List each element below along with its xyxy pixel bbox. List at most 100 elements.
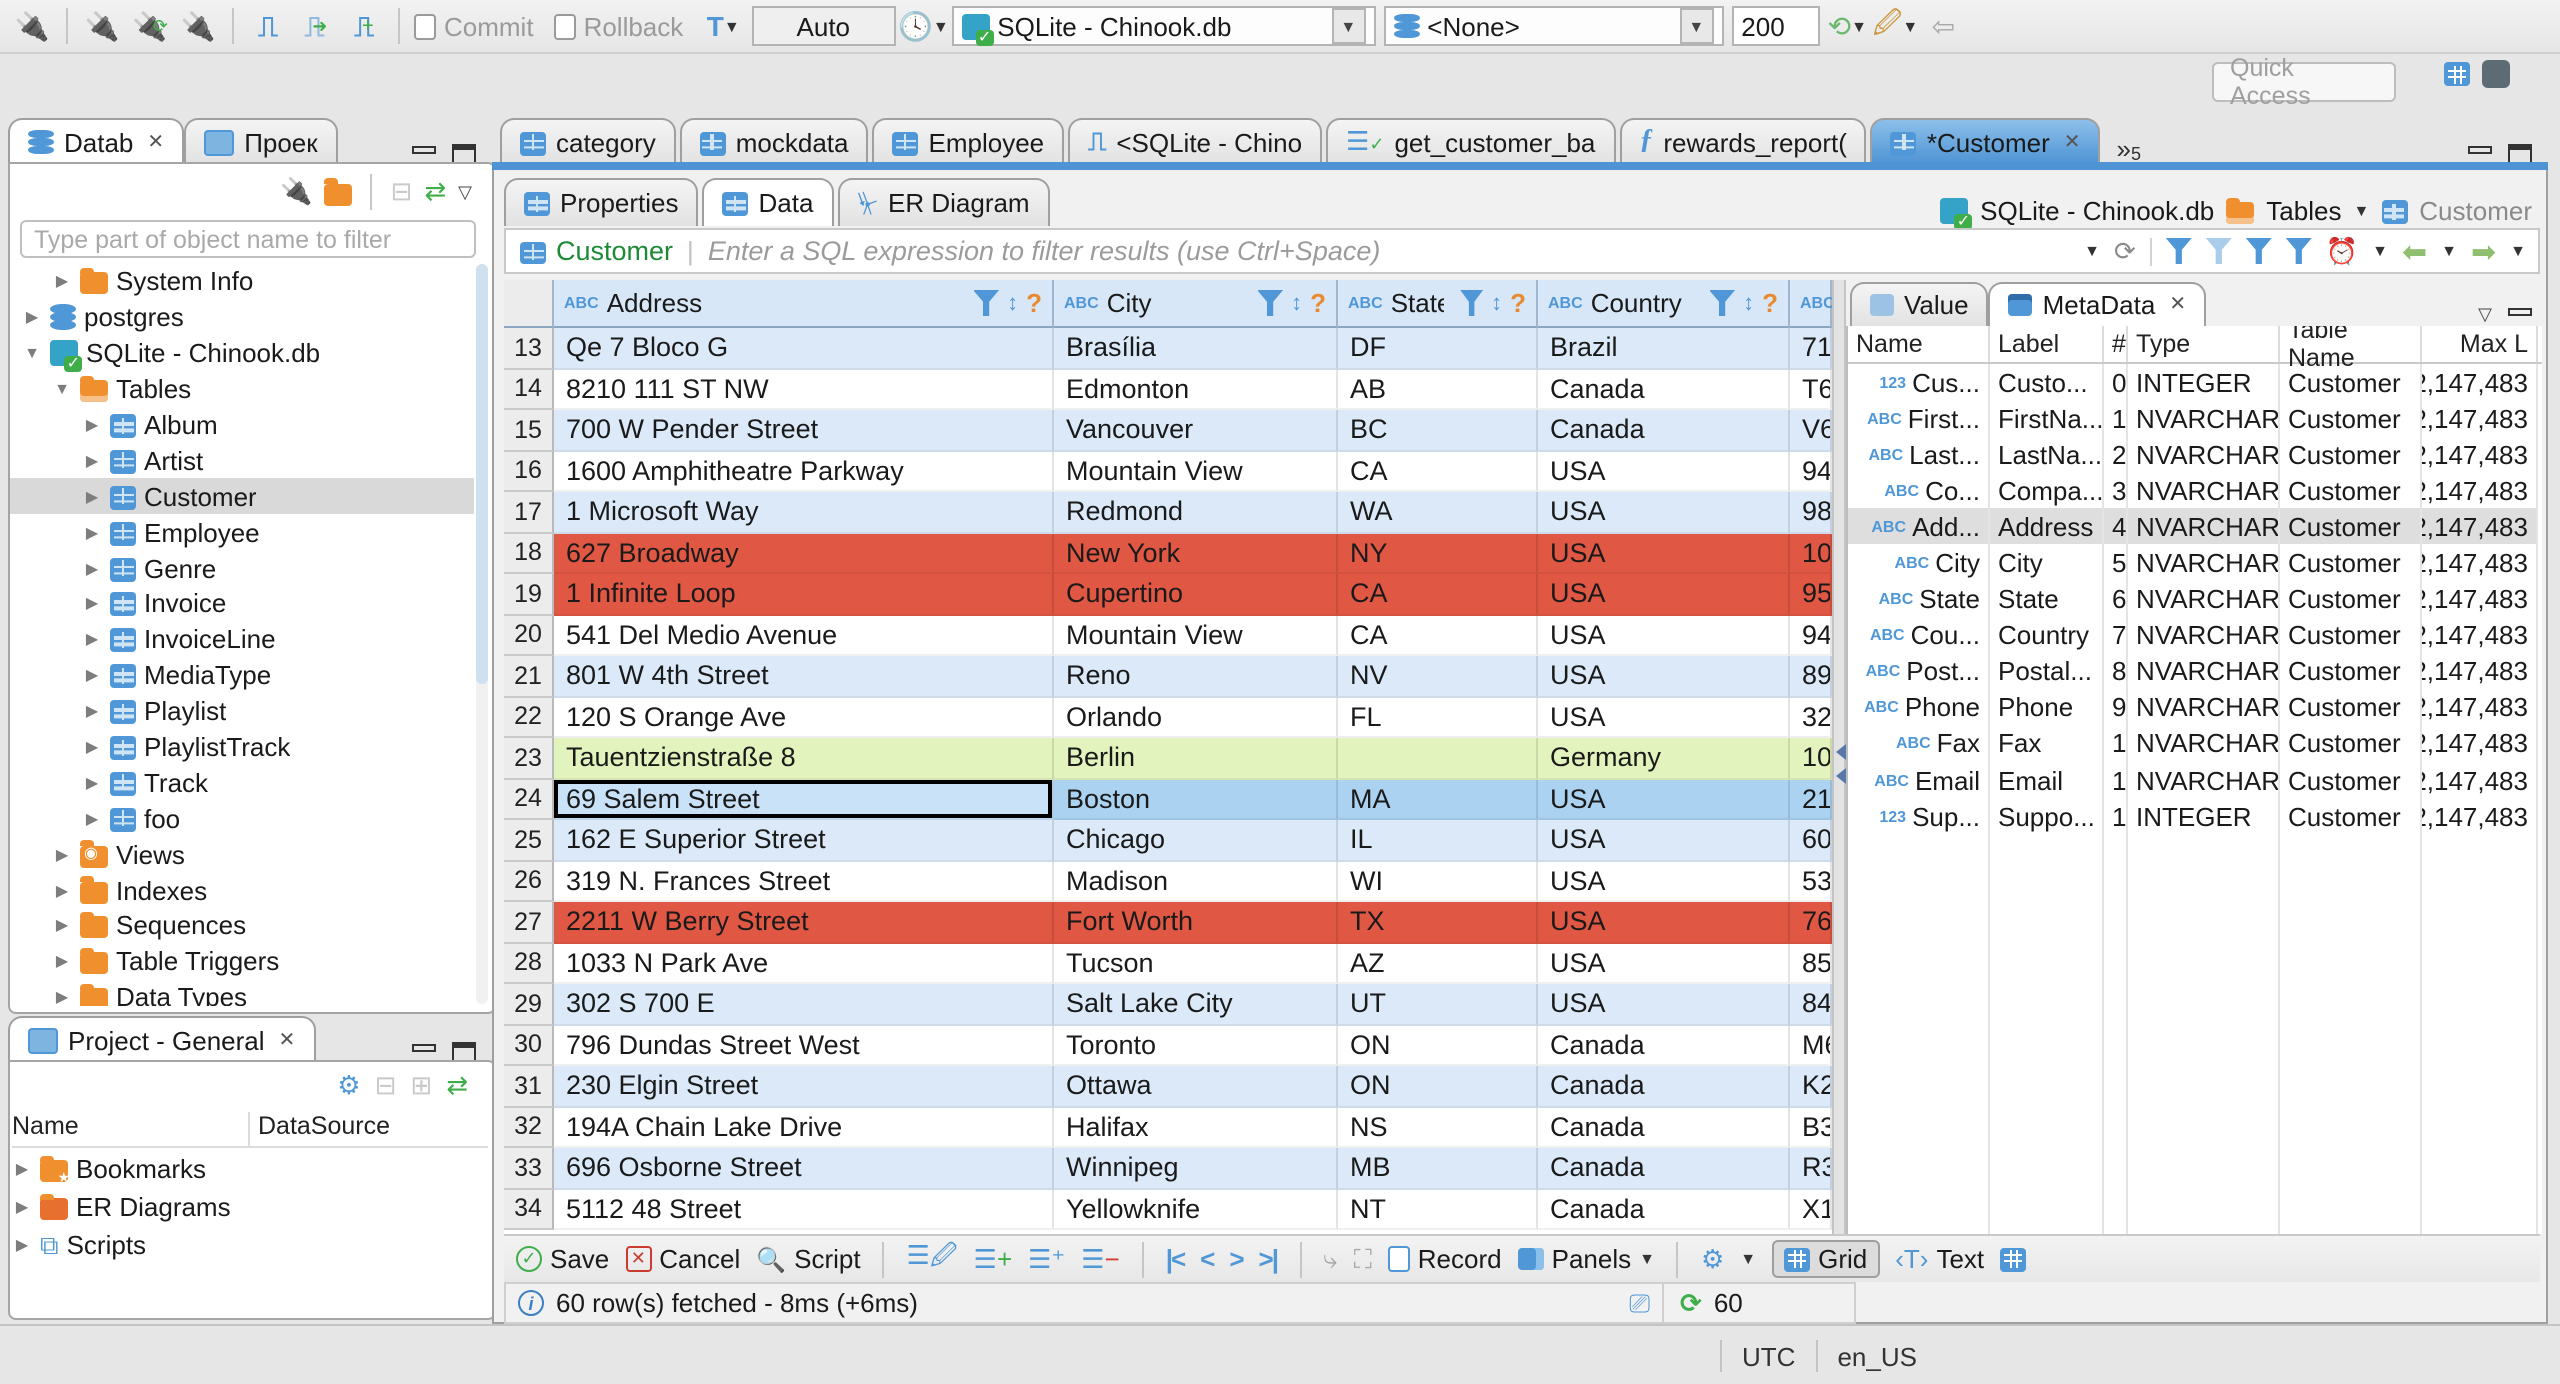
maximize-icon[interactable]	[2508, 144, 2532, 164]
fetch-size-input[interactable]: 200	[1731, 6, 1820, 46]
grid-cell-state[interactable]: BC	[1338, 410, 1538, 451]
meta-cell[interactable]: Postal...	[1990, 653, 2104, 690]
grid-cell-country[interactable]: USA	[1538, 861, 1790, 902]
expand-arrow-icon[interactable]: ▶	[82, 774, 102, 792]
row-number[interactable]: 22	[504, 697, 554, 738]
meta-column--[interactable]: #	[2104, 326, 2128, 362]
grid-cell-postal[interactable]: 95	[1790, 574, 1832, 615]
tree-item-postgres[interactable]: ▶ postgres	[10, 300, 474, 336]
grid-cell-address[interactable]: 1 Infinite Loop	[554, 574, 1054, 615]
meta-column-name[interactable]: Name	[1848, 326, 1990, 362]
tree-item-views[interactable]: ▶ ◉ Views	[10, 837, 474, 873]
meta-cell[interactable]: LastNa...	[1990, 436, 2104, 473]
meta-cell[interactable]: Customer	[2280, 689, 2422, 726]
prev-row-icon[interactable]: <	[1200, 1244, 1215, 1274]
row-number[interactable]: 17	[504, 492, 554, 533]
grid-cell-address[interactable]: 69 Salem Street	[554, 779, 1054, 820]
meta-cell[interactable]: NVARCHAR	[2128, 725, 2280, 763]
row-number[interactable]: 26	[504, 861, 554, 902]
sql-editor-icon[interactable]: ⎍	[248, 6, 288, 46]
grid-cell-city[interactable]: Yellowknife	[1054, 1189, 1338, 1230]
meta-cell-name[interactable]: ABC Fax	[1848, 725, 1990, 763]
grid-cell-city[interactable]: Mountain View	[1054, 451, 1338, 492]
new-folder-icon[interactable]	[324, 178, 353, 205]
quick-access-input[interactable]: Quick Access	[2212, 54, 2396, 110]
tree-item-sequences[interactable]: ▶ Sequences	[10, 908, 474, 944]
metadata-row[interactable]: 123 Cus... Custo... 0 INTEGER Customer 2,147,4…	[1848, 364, 2542, 401]
new-connection-icon[interactable]: 🔌	[12, 6, 52, 46]
grid-cell-country[interactable]: Canada	[1538, 1025, 1790, 1066]
connect-icon[interactable]: 🔌	[82, 6, 122, 46]
back-result-icon[interactable]: ⬅	[2402, 233, 2427, 269]
script-button[interactable]: 🔍 Script	[756, 1244, 860, 1274]
txn-mode-select[interactable]: Auto	[751, 6, 896, 46]
chevron-down-icon[interactable]: ▼	[2353, 202, 2369, 220]
next-row-icon[interactable]: >	[1229, 1244, 1244, 1274]
disconnect-icon[interactable]: 🔌	[178, 6, 218, 46]
meta-cell-name[interactable]: 123 Sup...	[1848, 798, 1990, 835]
tab-properties[interactable]: Properties	[504, 178, 699, 226]
tree-item-playlisttrack[interactable]: ▶ PlaylistTrack	[10, 729, 474, 765]
grid-cell-state[interactable]: MB	[1338, 1148, 1538, 1189]
grid-cell-postal[interactable]: 21	[1790, 779, 1832, 820]
minimize-icon[interactable]	[412, 146, 436, 154]
grid-cell-city[interactable]: Brasília	[1054, 328, 1338, 369]
grid-cell-postal[interactable]: V6	[1790, 410, 1832, 451]
meta-cell-name[interactable]: ABC Last...	[1848, 436, 1990, 473]
grid-cell-state[interactable]: AB	[1338, 369, 1538, 410]
grid-cell-city[interactable]: Vancouver	[1054, 410, 1338, 451]
tree-scrollbar[interactable]	[476, 264, 488, 1004]
editor-tab-mockdata[interactable]: mockdata	[679, 118, 869, 164]
meta-cell[interactable]: Customer	[2280, 436, 2422, 473]
meta-cell[interactable]: Customer	[2280, 725, 2422, 763]
grid-cell-postal[interactable]: 84	[1790, 984, 1832, 1025]
close-icon[interactable]: ✕	[279, 1029, 296, 1051]
metadata-row[interactable]: ABC Last... LastNa... 2 NVARCHAR Customer 2,14…	[1848, 436, 2542, 473]
grid-cell-city[interactable]: Fort Worth	[1054, 902, 1338, 943]
column-header-postal[interactable]: ABC	[1790, 280, 1832, 328]
delete-row-icon[interactable]: ☰−	[1081, 1243, 1120, 1275]
add-row-icon[interactable]: ☰+	[974, 1243, 1013, 1275]
breadcrumb-container[interactable]: Tables	[2266, 196, 2341, 226]
meta-cell-name[interactable]: ABC Post...	[1848, 653, 1990, 690]
grid-cell-country[interactable]: USA	[1538, 820, 1790, 861]
breadcrumb-entity[interactable]: Customer	[2419, 196, 2532, 226]
grid-cell-country[interactable]: Canada	[1538, 1189, 1790, 1230]
grid-cell-address[interactable]: Qe 7 Bloco G	[554, 328, 1054, 369]
minimize-icon[interactable]	[412, 1044, 436, 1052]
expand-arrow-icon[interactable]: ▶	[82, 702, 102, 720]
column-name[interactable]: Name	[12, 1112, 248, 1146]
new-sql-editor-icon[interactable]: ⎍ +	[344, 6, 384, 46]
dbeaver-perspective-icon[interactable]	[2482, 60, 2510, 88]
grid-cell-state[interactable]: DF	[1338, 328, 1538, 369]
minimize-icon[interactable]	[2508, 307, 2532, 315]
row-number[interactable]: 28	[504, 943, 554, 984]
collapse-arrow-icon[interactable]: ▼	[52, 380, 72, 398]
meta-column-table-name[interactable]: Table Name	[2280, 326, 2422, 372]
schema-dropdown-arrow[interactable]: ▼	[1679, 8, 1714, 44]
meta-cell[interactable]: 6	[2104, 581, 2128, 618]
grid-cell-postal[interactable]: 85	[1790, 943, 1832, 984]
meta-cell[interactable]: 8	[2104, 653, 2128, 690]
filter-funnel-icon[interactable]	[973, 290, 1000, 316]
perspective-icon[interactable]	[2444, 62, 2470, 86]
meta-cell-name[interactable]: ABC Add...	[1848, 508, 1990, 545]
editor-tab--sqlite-chino[interactable]: ⎍ <SQLite - Chino	[1068, 118, 1323, 164]
expand-arrow-icon[interactable]: ▶	[82, 738, 102, 756]
row-number[interactable]: 31	[504, 1066, 554, 1107]
meta-cell[interactable]: INTEGER	[2128, 364, 2280, 401]
meta-cell[interactable]: Address	[1990, 508, 2104, 545]
meta-cell[interactable]: Customer	[2280, 653, 2422, 690]
grid-cell-country[interactable]: USA	[1538, 984, 1790, 1025]
open-sql-script-icon[interactable]: ⎍ ➜	[296, 6, 336, 46]
grid-cell-postal[interactable]: M6	[1790, 1025, 1832, 1066]
schema-select[interactable]: <None> ▼	[1383, 6, 1724, 46]
project-item-scripts[interactable]: ▶ ⧉ Scripts	[12, 1226, 484, 1264]
metadata-row[interactable]: ABC First... FirstNa... 1 NVARCHAR Customer 2,…	[1848, 400, 2542, 437]
grid-cell-city[interactable]: Redmond	[1054, 492, 1338, 533]
connection-select[interactable]: SQLite - Chinook.db ▼	[951, 6, 1376, 46]
meta-cell[interactable]: NVARCHAR	[2128, 400, 2280, 437]
meta-column-type[interactable]: Type	[2128, 326, 2280, 362]
meta-cell[interactable]: NVARCHAR	[2128, 508, 2280, 545]
grid-cell-address[interactable]: 5112 48 Street	[554, 1189, 1054, 1230]
